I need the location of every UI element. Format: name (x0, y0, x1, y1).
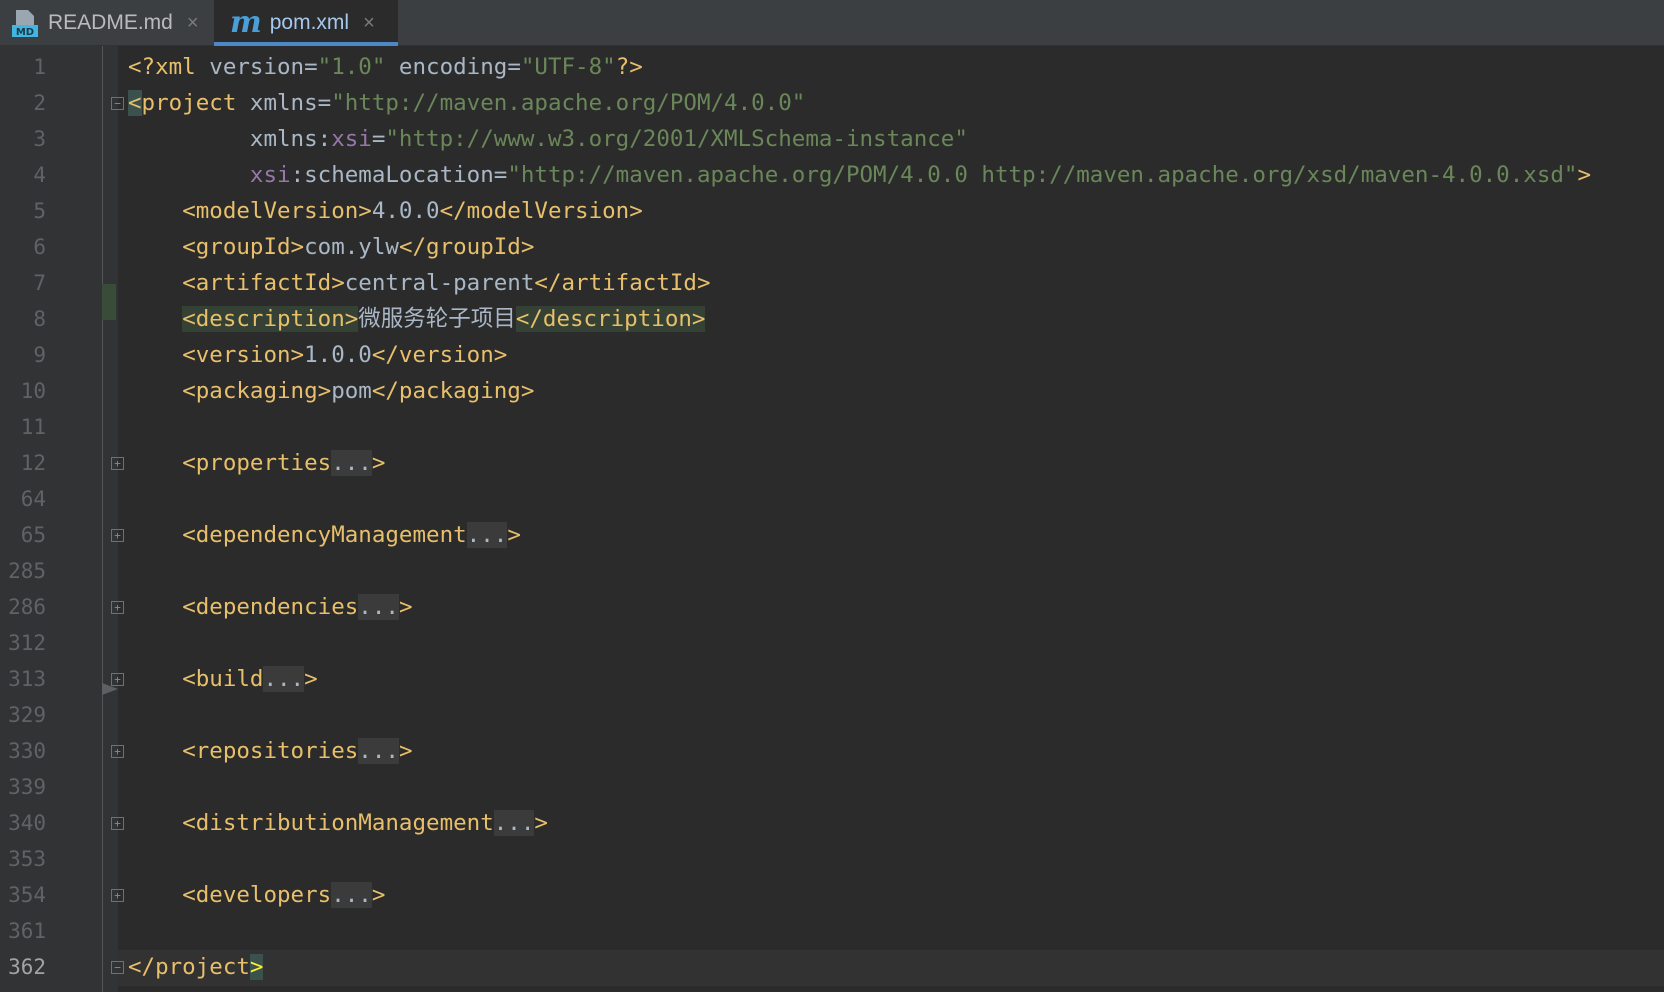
folded-region[interactable]: ... (358, 594, 399, 620)
fold-expand-icon[interactable]: + (111, 601, 124, 614)
folded-region[interactable]: ... (331, 450, 372, 476)
line-number[interactable]: 361 (0, 913, 46, 949)
line-number[interactable]: 65 (0, 517, 46, 553)
code-line[interactable] (128, 553, 1591, 589)
code-line[interactable]: <artifactId>central-parent</artifactId> (128, 265, 1591, 301)
maven-file-icon: m (230, 5, 262, 40)
code-line[interactable]: <packaging>pom</packaging> (128, 373, 1591, 409)
line-number[interactable]: 340 (0, 805, 46, 841)
code-line[interactable]: <description>微服务轮子项目</description> (128, 301, 1591, 337)
folded-region[interactable]: ... (263, 666, 305, 692)
line-number[interactable]: 2 (0, 85, 46, 121)
gutter-separator (102, 46, 103, 992)
folded-region[interactable]: ... (331, 882, 372, 908)
fold-collapse-icon[interactable]: − (111, 961, 124, 974)
fold-expand-icon[interactable]: + (111, 529, 124, 542)
code-line[interactable]: <modelVersion>4.0.0</modelVersion> (128, 193, 1591, 229)
folded-region[interactable]: ... (358, 738, 399, 764)
fold-expand-icon[interactable]: + (111, 889, 124, 902)
line-number[interactable]: 313 (0, 661, 46, 697)
folded-region[interactable]: ... (493, 810, 535, 836)
line-number[interactable]: 10 (0, 373, 46, 409)
code-line[interactable]: <dependencyManagement...> (128, 517, 1591, 553)
code-line[interactable] (128, 481, 1591, 517)
tab-pom-xml[interactable]: m pom.xml × (214, 0, 398, 46)
code-line[interactable]: </project> (128, 949, 1591, 985)
fold-expand-icon[interactable]: + (111, 673, 124, 686)
code-line[interactable]: <distributionManagement...> (128, 805, 1591, 841)
fold-expand-icon[interactable]: + (111, 457, 124, 470)
tab-label: README.md (48, 11, 173, 34)
code-line[interactable] (128, 409, 1591, 445)
line-number[interactable]: 6 (0, 229, 46, 265)
code-line[interactable]: <properties...> (128, 445, 1591, 481)
close-icon[interactable]: × (187, 12, 199, 35)
line-number[interactable]: 312 (0, 625, 46, 661)
line-number[interactable]: 3 (0, 121, 46, 157)
folded-region[interactable]: ... (466, 522, 508, 548)
vcs-change-marker[interactable] (102, 284, 116, 320)
tab-label: pom.xml (269, 11, 350, 34)
fold-expand-icon[interactable]: + (111, 817, 124, 830)
code-line[interactable] (128, 769, 1591, 805)
line-number[interactable]: 64 (0, 481, 46, 517)
svg-text:MD: MD (16, 27, 34, 38)
code-line[interactable]: xmlns:xsi="http://www.w3.org/2001/XMLSch… (128, 121, 1591, 157)
code-line[interactable]: <version>1.0.0</version> (128, 337, 1591, 373)
code-line[interactable] (128, 625, 1591, 661)
line-number[interactable]: 11 (0, 409, 46, 445)
line-number[interactable]: 285 (0, 553, 46, 589)
code-line[interactable]: <build...> (128, 661, 1591, 697)
code-line[interactable]: <?xml version="1.0" encoding="UTF-8"?> (128, 49, 1591, 85)
line-number[interactable]: 8 (0, 301, 46, 337)
code-line[interactable]: <groupId>com.ylw</groupId> (128, 229, 1591, 265)
line-number[interactable]: 12 (0, 445, 46, 481)
code-line[interactable]: <dependencies...> (128, 589, 1591, 625)
line-number[interactable]: 329 (0, 697, 46, 733)
line-number[interactable]: 354 (0, 877, 46, 913)
line-number[interactable]: 353 (0, 841, 46, 877)
editor-tab-bar: MD README.md × m pom.xml × (0, 0, 1664, 46)
code-line[interactable]: xsi:schemaLocation="http://maven.apache.… (128, 157, 1591, 193)
line-number[interactable]: 339 (0, 769, 46, 805)
line-number-gutter: 1 2 3 4 5 6 7 8 9 10 11 12 64 65 285 286 312 313 329 330 339… (0, 46, 118, 992)
markdown-file-icon: MD (10, 8, 40, 38)
line-number[interactable]: 9 (0, 337, 46, 373)
code-editor[interactable]: <?xml version="1.0" encoding="UTF-8"?> <… (128, 49, 1591, 985)
fold-collapse-icon[interactable]: − (111, 97, 124, 110)
line-number[interactable]: 330 (0, 733, 46, 769)
code-line[interactable]: <project xmlns="http://maven.apache.org/… (128, 85, 1591, 121)
line-number[interactable]: 5 (0, 193, 46, 229)
line-number[interactable]: 1 (0, 49, 46, 85)
code-line[interactable] (128, 697, 1591, 733)
line-number[interactable]: 7 (0, 265, 46, 301)
text-caret: > (249, 954, 264, 980)
code-line[interactable]: <repositories...> (128, 733, 1591, 769)
tab-readme[interactable]: MD README.md × (0, 0, 214, 46)
code-line[interactable] (128, 841, 1591, 877)
close-icon[interactable]: × (363, 12, 375, 35)
line-number[interactable]: 4 (0, 157, 46, 193)
code-line[interactable]: <developers...> (128, 877, 1591, 913)
line-number[interactable]: 286 (0, 589, 46, 625)
code-line[interactable] (128, 913, 1591, 949)
fold-expand-icon[interactable]: + (111, 745, 124, 758)
line-number[interactable]: 362 (0, 949, 46, 985)
